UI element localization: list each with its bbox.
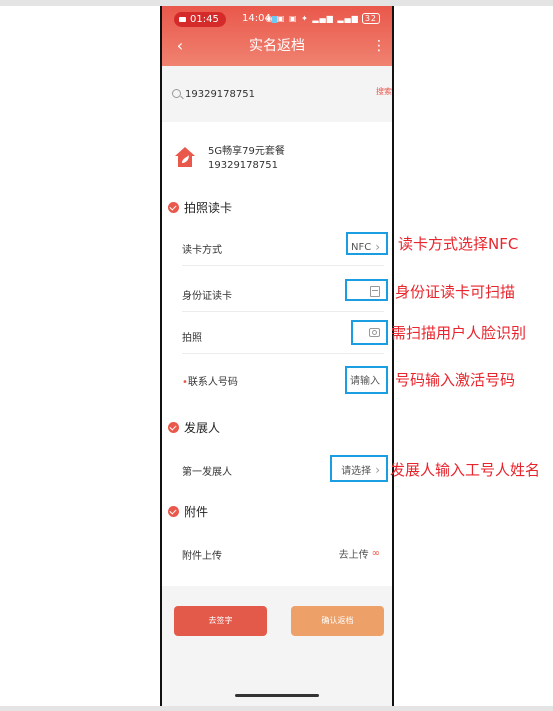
highlight-contact: [345, 366, 388, 394]
annotation-developer: 发展人输入工号人姓名: [390, 461, 541, 479]
row-label: 第一发展人: [182, 467, 232, 478]
annotation-photo: 需扫描用户人脸识别: [391, 324, 527, 342]
upload-action[interactable]: 去上传 ∞: [339, 546, 380, 561]
home-indicator[interactable]: [235, 694, 319, 697]
row-attachment-upload[interactable]: 附件上传 去上传 ∞: [162, 536, 392, 572]
highlight-photo: [351, 320, 388, 345]
status-icons: ◉ ▣ ▣ ✦ ▂▄▆ ▂▄▆ 32: [265, 13, 380, 24]
highlight-id-read: [345, 279, 388, 301]
bottom-actions: 去签字 确认返档: [162, 586, 392, 706]
row-label: 附件上传: [182, 551, 222, 562]
check-badge-icon: [168, 422, 179, 433]
highlight-read-method: [346, 232, 388, 255]
annotation-id-read: 身份证读卡可扫描: [395, 283, 516, 301]
section-title: 附件: [184, 505, 209, 519]
highlight-developer: [330, 455, 388, 482]
link-icon: ∞: [371, 548, 380, 559]
row-label: 读卡方式: [182, 245, 222, 256]
search-bar: 搜索: [162, 80, 392, 110]
upload-text: 去上传: [338, 550, 369, 561]
row-label: 身份证读卡: [182, 291, 232, 302]
call-time: 01:45: [190, 14, 219, 25]
search-icon: [172, 89, 181, 98]
row-label-text: 联系人号码: [187, 377, 238, 388]
package-name: 5G畅享79元套餐: [208, 146, 285, 157]
house-icon: [175, 147, 195, 167]
section-title: 发展人: [184, 421, 221, 435]
video-call-icon: [179, 17, 186, 22]
call-indicator[interactable]: 01:45: [174, 12, 226, 27]
battery-level: 32: [361, 13, 380, 24]
annotation-read-method: 读卡方式选择NFC: [398, 235, 519, 253]
screenshot-bottom-band: [0, 706, 553, 711]
confirm-return-button[interactable]: 确认返档: [291, 606, 384, 636]
divider: [182, 353, 384, 354]
search-button[interactable]: 搜索: [376, 86, 392, 97]
phone-screen: 01:45 14:04 ◉ ▣ ▣ ✦ ▂▄▆ ▂▄▆ 32 ‹ 实名返档 ⋮ …: [160, 6, 394, 706]
check-badge-icon: [168, 202, 179, 213]
attachment-card: 附件 附件上传 去上传 ∞: [162, 488, 392, 586]
divider: [182, 311, 384, 312]
row-label: •联系人号码: [182, 373, 238, 388]
signal-icons: ◉ ▣ ▣ ✦ ▂▄▆ ▂▄▆: [265, 14, 359, 23]
annotation-contact: 号码输入激活号码: [395, 371, 516, 389]
sign-button[interactable]: 去签字: [174, 606, 267, 636]
section-title: 拍照读卡: [184, 201, 233, 215]
status-bar: 01:45 14:04 ◉ ▣ ▣ ✦ ▂▄▆ ▂▄▆ 32: [162, 8, 392, 30]
check-badge-icon: [168, 506, 179, 517]
page-title: 实名返档: [249, 38, 305, 54]
search-input[interactable]: [185, 85, 355, 103]
app-header: 01:45 14:04 ◉ ▣ ▣ ✦ ▂▄▆ ▂▄▆ 32 ‹ 实名返档 ⋮: [162, 6, 392, 66]
row-label: 拍照: [182, 333, 202, 344]
package-phone: 19329178751: [208, 160, 278, 171]
more-menu-icon[interactable]: ⋮: [372, 36, 386, 56]
divider: [182, 265, 384, 266]
